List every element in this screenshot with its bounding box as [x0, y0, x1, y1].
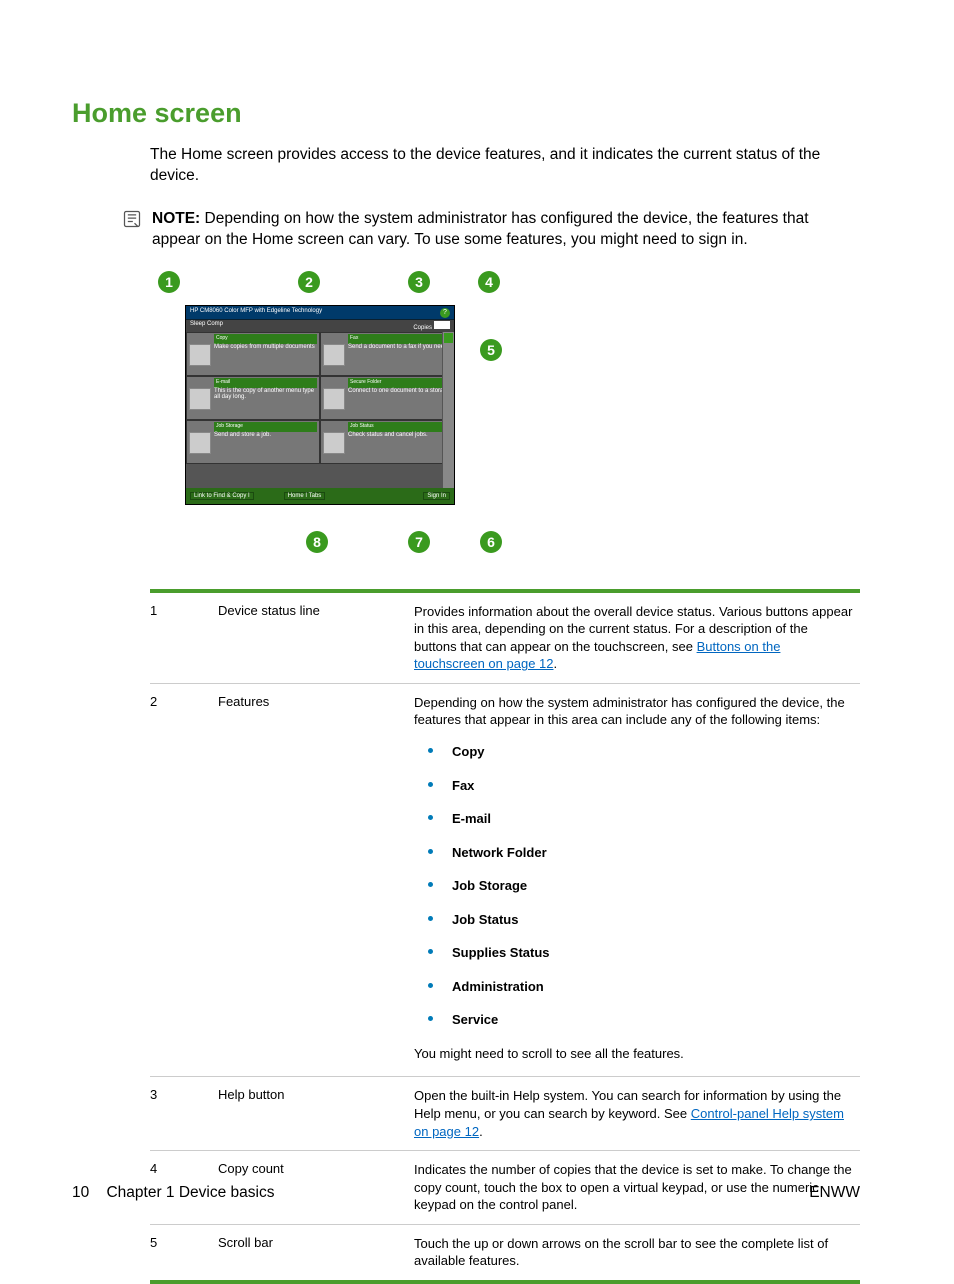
list-item: Network Folder	[422, 844, 854, 862]
row-desc: Touch the up or down arrows on the scrol…	[414, 1224, 860, 1282]
table-row: 5 Scroll bar Touch the up or down arrows…	[150, 1224, 860, 1282]
screen-title-bar: HP CM8060 Color MFP with Edgeline Techno…	[186, 306, 454, 320]
feat-fax-desc: Send a document to a fax if you need.	[348, 344, 451, 350]
status-left: Sleep Comp	[190, 321, 223, 331]
row-label: Scroll bar	[218, 1224, 414, 1282]
note-text: NOTE: Depending on how the system admini…	[152, 209, 860, 251]
feat-copy: Copy	[214, 334, 317, 344]
callout-6: 6	[480, 531, 502, 553]
row-num: 5	[150, 1224, 218, 1282]
callout-5: 5	[480, 339, 502, 361]
footer-page-number: 10	[72, 1184, 89, 1201]
desc-after: .	[554, 656, 558, 671]
feat-email: E-mail	[214, 378, 317, 388]
features-bottom-text: You might need to scroll to see all the …	[414, 1045, 854, 1063]
list-item: Copy	[422, 743, 854, 761]
desc-after: .	[479, 1124, 483, 1139]
note-label: NOTE:	[152, 210, 200, 227]
callout-table: 1 Device status line Provides informatio…	[150, 589, 860, 1284]
list-item: E-mail	[422, 810, 854, 828]
row-desc: Depending on how the system administrato…	[414, 683, 860, 1077]
screen-scrollbar	[442, 332, 454, 488]
row-desc: Open the built-in Help system. You can s…	[414, 1077, 860, 1151]
home-screen-figure: 1 2 3 4 5 6 7 8 HP CM8060 Color MFP with…	[150, 271, 860, 561]
status-right: Copies	[413, 321, 450, 331]
features-list: Copy Fax E-mail Network Folder Job Stora…	[422, 743, 854, 1029]
features-top-text: Depending on how the system administrato…	[414, 694, 854, 729]
feat-copy-desc: Make copies from multiple documents	[214, 344, 317, 350]
list-item: Job Status	[422, 911, 854, 929]
table-row: 2 Features Depending on how the system a…	[150, 683, 860, 1077]
note-body: Depending on how the system administrato…	[152, 210, 809, 248]
list-item: Job Storage	[422, 877, 854, 895]
row-desc: Provides information about the overall d…	[414, 591, 860, 684]
feat-folder: Secure Folder	[348, 378, 451, 388]
screen-bottom-bar: Link to Find & Copy I Home I Tabs Sign I…	[186, 488, 454, 504]
callout-8: 8	[306, 531, 328, 553]
callout-2: 2	[298, 271, 320, 293]
list-item: Fax	[422, 777, 854, 795]
feat-jobstatus-desc: Check status and cancel jobs.	[348, 432, 451, 438]
device-screen-mock: HP CM8060 Color MFP with Edgeline Techno…	[185, 305, 455, 505]
feat-fax: Fax	[348, 334, 451, 344]
feat-jobstorage-desc: Send and store a job.	[214, 432, 317, 438]
footer-chapter: Chapter 1 Device basics	[106, 1184, 274, 1201]
table-row: 3 Help button Open the built-in Help sys…	[150, 1077, 860, 1151]
callout-1: 1	[158, 271, 180, 293]
row-num: 2	[150, 683, 218, 1077]
callout-7: 7	[408, 531, 430, 553]
list-item: Administration	[422, 978, 854, 996]
feat-folder-desc: Connect to one document to a storage	[348, 388, 451, 394]
row-label: Features	[218, 683, 414, 1077]
row-label: Device status line	[218, 591, 414, 684]
list-item: Service	[422, 1011, 854, 1029]
feat-email-desc: This is the copy of another menu type al…	[214, 388, 317, 400]
bottom-btn-left: Link to Find & Copy I	[190, 492, 254, 500]
intro-paragraph: The Home screen provides access to the d…	[150, 145, 860, 187]
note-block: NOTE: Depending on how the system admini…	[122, 209, 860, 251]
feat-jobstatus: Job Status	[348, 422, 451, 432]
callout-3: 3	[408, 271, 430, 293]
bottom-btn-mid: Home I Tabs	[284, 492, 326, 500]
bottom-btn-right: Sign In	[423, 492, 450, 500]
screen-status-line: Sleep Comp Copies	[186, 320, 454, 332]
row-num: 1	[150, 591, 218, 684]
feat-jobstorage: Job Storage	[214, 422, 317, 432]
row-num: 3	[150, 1077, 218, 1151]
callout-4: 4	[478, 271, 500, 293]
desc-text: Provides information about the overall d…	[414, 604, 852, 654]
table-row: 1 Device status line Provides informatio…	[150, 591, 860, 684]
list-item: Supplies Status	[422, 944, 854, 962]
row-label: Help button	[218, 1077, 414, 1151]
footer-brand: ENWW	[809, 1184, 860, 1202]
page-heading: Home screen	[72, 98, 860, 129]
page-footer: 10 Chapter 1 Device basics ENWW	[72, 1184, 860, 1202]
help-icon: ?	[440, 308, 450, 318]
note-icon	[122, 209, 142, 229]
screen-title-text: HP CM8060 Color MFP with Edgeline Techno…	[190, 308, 322, 314]
